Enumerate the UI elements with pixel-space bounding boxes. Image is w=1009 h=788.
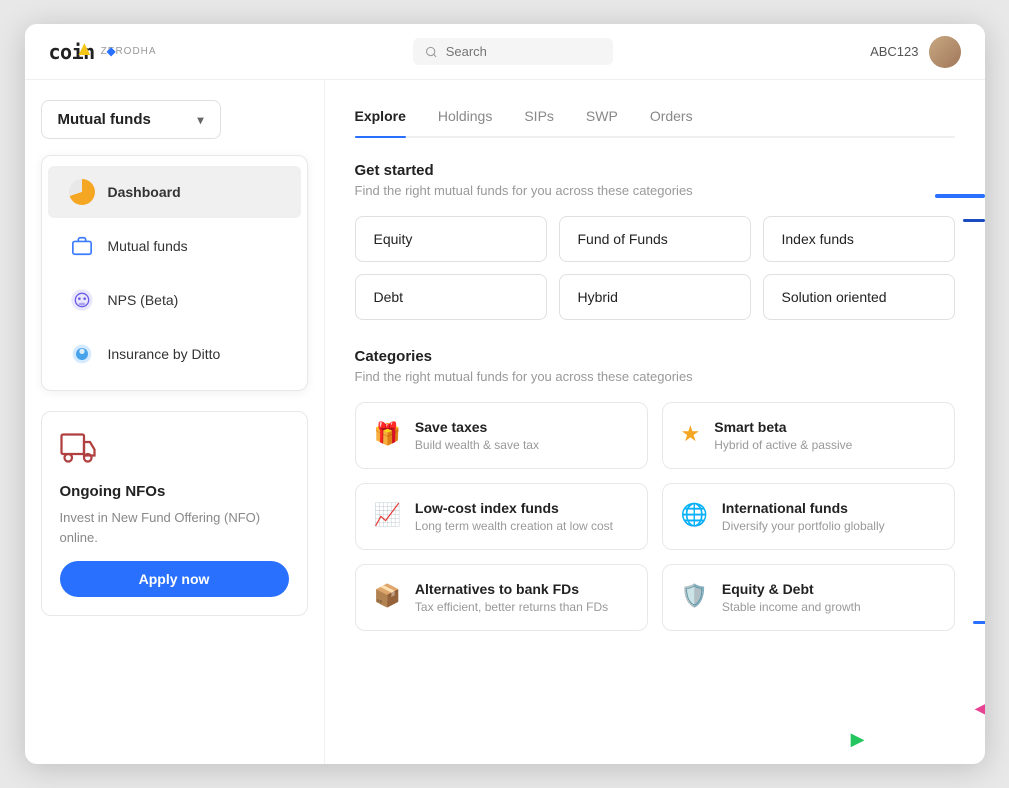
tab-swp[interactable]: SWP — [586, 100, 618, 136]
category-international-text: International funds Diversify your portf… — [722, 500, 885, 533]
category-alternatives-fd[interactable]: 📦 Alternatives to bank FDs Tax efficient… — [355, 564, 648, 631]
search-bar[interactable] — [413, 38, 613, 65]
category-low-cost-desc: Long term wealth creation at low cost — [415, 519, 613, 533]
category-save-taxes-title: Save taxes — [415, 419, 539, 435]
user-info: ABC123 — [870, 36, 960, 68]
tab-holdings[interactable]: Holdings — [438, 100, 492, 136]
category-smart-beta[interactable]: ★ Smart beta Hybrid of active & passive — [662, 402, 955, 469]
main-layout: Mutual funds ▾ Dashboard — [25, 80, 985, 764]
category-international-desc: Diversify your portfolio globally — [722, 519, 885, 533]
shield-icon: 🛡️ — [681, 583, 708, 609]
fund-type-fof[interactable]: Fund of Funds — [559, 216, 751, 262]
logo-text: coin — [49, 40, 95, 64]
category-smart-beta-title: Smart beta — [714, 419, 852, 435]
fund-type-equity[interactable]: Equity — [355, 216, 547, 262]
topnav: coin ZERODHA ABC123 — [25, 24, 985, 80]
truck-icon — [60, 430, 289, 473]
star-icon: ★ — [681, 421, 701, 447]
gift-icon: 🎁 — [374, 421, 401, 447]
nps-icon — [68, 286, 96, 314]
search-input[interactable] — [446, 44, 602, 59]
app-window: ▲ ◆ ◀ ▶ coin ZERODHA ABC123 Mutual funds — [25, 24, 985, 764]
sidebar-item-insurance[interactable]: Insurance by Ditto — [48, 328, 301, 380]
category-save-taxes-desc: Build wealth & save tax — [415, 438, 539, 452]
category-low-cost-title: Low-cost index funds — [415, 500, 613, 516]
category-equity-debt-desc: Stable income and growth — [722, 600, 861, 614]
logo: coin ZERODHA — [49, 40, 157, 64]
categories-grid: 🎁 Save taxes Build wealth & save tax ★ S… — [355, 402, 955, 631]
chart-up-icon: 📈 — [374, 502, 401, 528]
nfo-card: Ongoing NFOs Invest in New Fund Offering… — [41, 411, 308, 616]
category-save-taxes[interactable]: 🎁 Save taxes Build wealth & save tax — [355, 402, 648, 469]
category-smart-beta-desc: Hybrid of active & passive — [714, 438, 852, 452]
mutual-funds-dropdown[interactable]: Mutual funds ▾ — [41, 100, 221, 139]
sidebar-item-nps[interactable]: NPS (Beta) — [48, 274, 301, 326]
briefcase-icon — [68, 232, 96, 260]
category-equity-debt[interactable]: 🛡️ Equity & Debt Stable income and growt… — [662, 564, 955, 631]
nfo-description: Invest in New Fund Offering (NFO) online… — [60, 508, 289, 547]
sidebar-label-mf: Mutual funds — [108, 238, 188, 254]
fund-type-solution[interactable]: Solution oriented — [763, 274, 955, 320]
nfo-title: Ongoing NFOs — [60, 483, 289, 500]
sidebar: Mutual funds ▾ Dashboard — [25, 80, 325, 764]
fund-type-debt[interactable]: Debt — [355, 274, 547, 320]
tab-orders[interactable]: Orders — [650, 100, 693, 136]
get-started-desc: Find the right mutual funds for you acro… — [355, 183, 955, 198]
get-started-section: Get started Find the right mutual funds … — [355, 162, 955, 320]
fund-type-hybrid[interactable]: Hybrid — [559, 274, 751, 320]
tab-sips[interactable]: SIPs — [524, 100, 554, 136]
category-smart-beta-text: Smart beta Hybrid of active & passive — [714, 419, 852, 452]
category-alternatives-desc: Tax efficient, better returns than FDs — [415, 600, 608, 614]
categories-title: Categories — [355, 348, 955, 365]
ditto-icon — [68, 340, 96, 368]
category-alternatives-title: Alternatives to bank FDs — [415, 581, 608, 597]
user-id: ABC123 — [870, 44, 918, 59]
main-content: Explore Holdings SIPs SWP Orders Get sta… — [325, 80, 985, 764]
globe-icon: 🌐 — [681, 502, 708, 528]
sidebar-label-dashboard: Dashboard — [108, 184, 181, 200]
categories-desc: Find the right mutual funds for you acro… — [355, 369, 955, 384]
tabs-bar: Explore Holdings SIPs SWP Orders — [355, 100, 955, 138]
tab-explore[interactable]: Explore — [355, 100, 406, 136]
logo-sub: ZERODHA — [101, 46, 157, 57]
dashboard-icon — [68, 178, 96, 206]
avatar — [929, 36, 961, 68]
apply-now-button[interactable]: Apply now — [60, 561, 289, 597]
nav-menu: Dashboard Mutual funds — [41, 155, 308, 391]
search-icon — [425, 45, 437, 59]
dropdown-label: Mutual funds — [58, 111, 151, 128]
sidebar-label-insurance: Insurance by Ditto — [108, 346, 221, 362]
avatar-image — [929, 36, 961, 68]
get-started-title: Get started — [355, 162, 955, 179]
sidebar-label-nps: NPS (Beta) — [108, 292, 179, 308]
box-icon: 📦 — [374, 583, 401, 609]
sidebar-item-dashboard[interactable]: Dashboard — [48, 166, 301, 218]
category-save-taxes-text: Save taxes Build wealth & save tax — [415, 419, 539, 452]
categories-section: Categories Find the right mutual funds f… — [355, 348, 955, 631]
category-low-cost-index[interactable]: 📈 Low-cost index funds Long term wealth … — [355, 483, 648, 550]
fund-type-grid: Equity Fund of Funds Index funds Debt Hy… — [355, 216, 955, 320]
category-international[interactable]: 🌐 International funds Diversify your por… — [662, 483, 955, 550]
category-equity-debt-title: Equity & Debt — [722, 581, 861, 597]
category-international-title: International funds — [722, 500, 885, 516]
sidebar-item-mutual-funds[interactable]: Mutual funds — [48, 220, 301, 272]
category-alternatives-fd-text: Alternatives to bank FDs Tax efficient, … — [415, 581, 608, 614]
chevron-down-icon: ▾ — [197, 113, 203, 127]
fund-type-index[interactable]: Index funds — [763, 216, 955, 262]
category-equity-debt-text: Equity & Debt Stable income and growth — [722, 581, 861, 614]
category-low-cost-index-text: Low-cost index funds Long term wealth cr… — [415, 500, 613, 533]
